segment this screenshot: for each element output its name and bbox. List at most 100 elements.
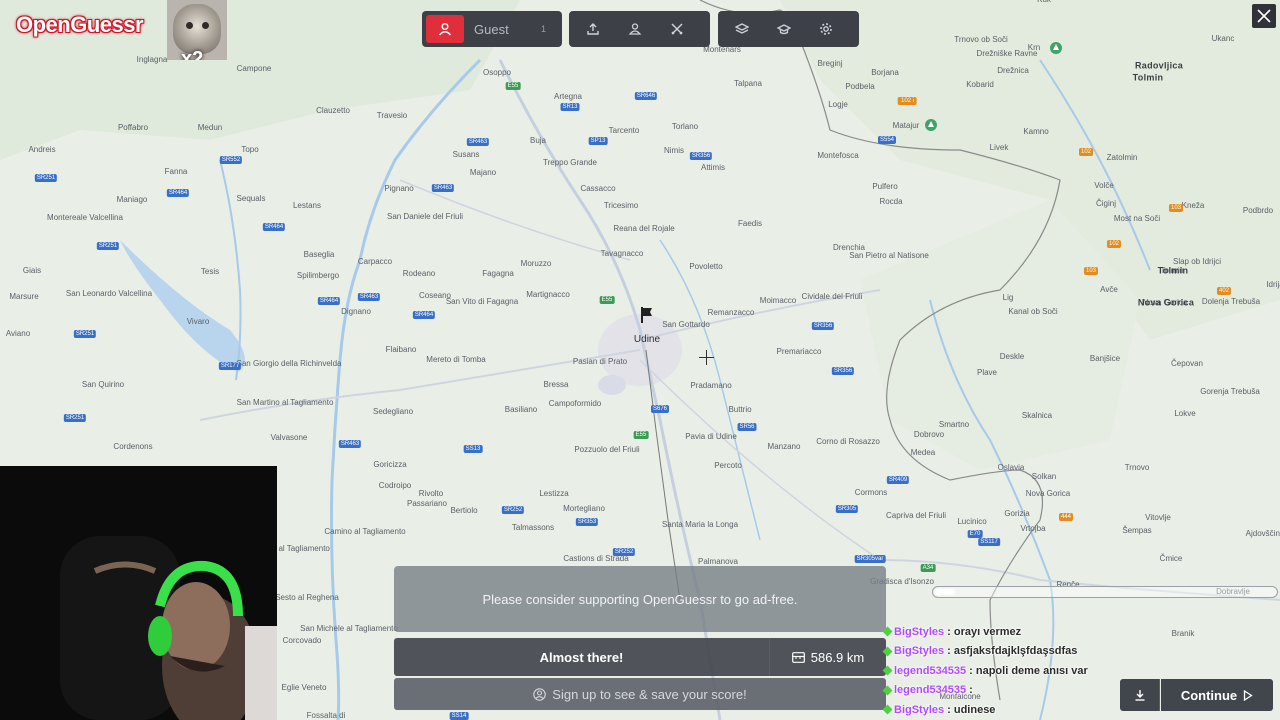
chat-message: BigStyles: udinese: [882, 700, 1134, 720]
place-label: San Michele al Tagliamento: [300, 624, 398, 633]
place-label: Kamno: [1023, 127, 1049, 136]
place-label: Baseglia: [303, 250, 335, 259]
place-label: Pavia di Udine: [685, 432, 737, 441]
road-shield: 103: [1083, 267, 1099, 275]
place-label: San Vito di Fagagna: [445, 297, 519, 306]
place-label: Campone: [236, 64, 272, 73]
place-label: Tesis: [200, 267, 220, 276]
multiplayer-button[interactable]: [615, 15, 655, 43]
continue-button[interactable]: Continue: [1161, 679, 1273, 711]
swords-icon: [671, 23, 683, 35]
streamer-avatar: x2: [167, 0, 227, 60]
cat-eye: [202, 22, 209, 29]
place-label: Majano: [469, 168, 497, 177]
chat-message: BigStyles: orayı vermez: [882, 622, 1134, 642]
place-label: Vivaro: [186, 317, 210, 326]
place-label: San Martino al Tagliamento: [236, 398, 334, 407]
place-label: Eglie Veneto: [281, 683, 327, 692]
park-pin-icon[interactable]: [1049, 41, 1063, 55]
chat-text: : napoli deme anısı var: [969, 664, 1088, 677]
place-label: Sequals: [236, 194, 266, 203]
park-pin-icon[interactable]: [924, 118, 938, 132]
close-button[interactable]: [1252, 4, 1276, 28]
road-shield: E55: [633, 431, 649, 439]
road-shield: SR251: [96, 242, 120, 250]
place-label: Solkan: [1031, 472, 1057, 481]
graduation-cap-icon: [777, 24, 791, 35]
app-logo[interactable]: OpenGuessr: [16, 12, 144, 38]
place-label: Banjšice: [1089, 354, 1121, 363]
place-label: San Quirino: [81, 380, 125, 389]
cat-face: [173, 4, 221, 54]
place-label: Andreis: [28, 145, 56, 154]
road-shield: SR646: [634, 92, 658, 100]
place-label: Codroipo: [378, 481, 412, 490]
region-label: Tolmin: [1132, 72, 1164, 83]
ad-banner: Please consider supporting OpenGuessr to…: [394, 566, 886, 632]
place-label: Šempas: [1122, 526, 1152, 535]
road-shield: E70: [967, 530, 983, 538]
place-label: Clauzetto: [316, 106, 350, 115]
road-shield: SR409: [886, 476, 910, 484]
place-label: Avče: [1100, 285, 1118, 294]
place-label: Čepovan: [1170, 359, 1204, 368]
layers-button[interactable]: [722, 15, 762, 43]
layers-icon: [735, 23, 749, 34]
place-label: Breginj: [817, 59, 843, 68]
place-label: Corno di Rosazzo: [816, 437, 880, 446]
chat-text: : orayı vermez: [947, 625, 1022, 638]
user-button[interactable]: [426, 15, 464, 43]
road-shield: SS14: [449, 712, 469, 720]
gear-icon: [820, 23, 832, 35]
battle-button[interactable]: [657, 15, 697, 43]
road-shield: S676: [650, 405, 670, 413]
place-label: Bertiolo: [450, 506, 478, 515]
settings-button[interactable]: [806, 15, 846, 43]
road-shield: 402: [1216, 287, 1232, 295]
zoom-slider[interactable]: [932, 586, 1278, 598]
place-label: Branik: [1171, 629, 1195, 638]
place-label: Medea: [910, 448, 936, 457]
download-icon: [1135, 690, 1144, 701]
place-label: Premariacco: [776, 347, 822, 356]
road-shield: SR356: [831, 367, 855, 375]
place-label: Povoletto: [689, 262, 723, 271]
place-label: Rocda: [879, 197, 903, 206]
place-label: San Daniele del Friuli: [386, 212, 464, 221]
place-label: Attimis: [701, 163, 725, 172]
road-shield: SR356: [811, 322, 835, 330]
webcam-feed: [0, 466, 277, 720]
place-label: Torlano: [671, 122, 699, 131]
upload-button[interactable]: [573, 15, 613, 43]
road-shield: SR56: [737, 423, 757, 431]
place-label: Idrija: [1266, 280, 1280, 289]
place-label: Goricizza: [373, 460, 407, 469]
education-button[interactable]: [764, 15, 804, 43]
place-label: Campoformido: [548, 399, 602, 408]
place-label: Nova Gorica: [1025, 489, 1071, 498]
chat-username: BigStyles: [894, 645, 945, 658]
download-button[interactable]: [1120, 679, 1160, 711]
road-shield: SR356: [689, 152, 713, 160]
place-label: Lestizza: [539, 489, 569, 498]
signup-button[interactable]: Sign up to see & save your score!: [394, 678, 886, 710]
chat-badge-icon: [882, 704, 893, 715]
settings-toolbar: [718, 11, 859, 47]
place-label: Artegna: [553, 92, 583, 101]
mode-toolbar: [569, 11, 710, 47]
place-label: Cividale del Friuli: [801, 292, 863, 301]
place-label: Lestans: [292, 201, 322, 210]
place-label: Matajur: [892, 121, 920, 130]
place-label: Aviano: [5, 329, 31, 338]
place-label: Mereto di Tomba: [426, 355, 486, 364]
chat-badge-icon: [882, 626, 893, 637]
close-icon: [1257, 9, 1271, 23]
road-shield: SR463: [431, 184, 455, 192]
chat-message: legend534535:: [882, 681, 1134, 701]
place-label: Pasian di Prato: [572, 357, 628, 366]
place-label: Ukanc: [1211, 34, 1235, 43]
place-label: Sedegliano: [372, 407, 414, 416]
place-label: Dolenja Trebuša: [1201, 297, 1261, 306]
place-label: Tricesimo: [603, 201, 639, 210]
place-label: Cassacco: [580, 184, 616, 193]
